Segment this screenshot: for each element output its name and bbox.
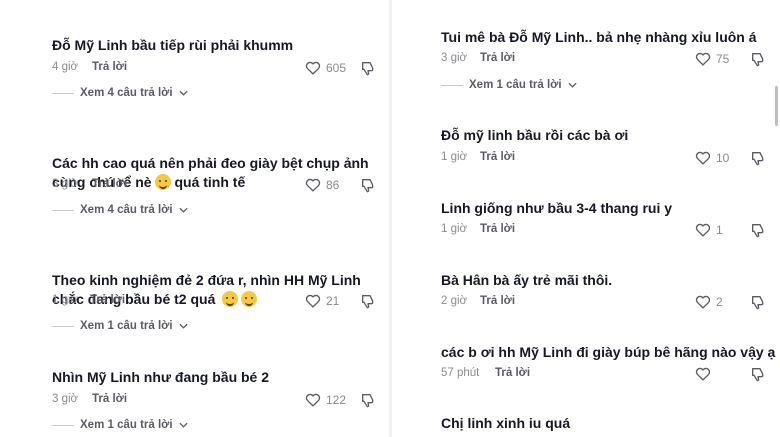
chevron-down-icon: [178, 90, 188, 96]
like-count: 75: [716, 51, 730, 66]
reply-button[interactable]: Trả lời: [480, 52, 515, 64]
chevron-down-icon: [178, 422, 188, 428]
heart-outline-icon: [305, 393, 321, 407]
reply-button[interactable]: Trả lời: [480, 223, 515, 235]
comment-time: 1 giờ: [52, 294, 79, 306]
reply-button[interactable]: Trả lời: [495, 367, 530, 379]
view-replies-button[interactable]: Xem 4 câu trả lời: [52, 87, 188, 99]
chevron-down-icon: [178, 207, 188, 213]
reply-button[interactable]: Trả lời: [92, 61, 127, 73]
like-button[interactable]: 2: [695, 294, 723, 309]
heart-outline-icon: [305, 294, 321, 308]
reply-divider-line: [52, 92, 74, 94]
thumb-down-outline-icon[interactable]: [750, 222, 766, 238]
thumb-down-outline-icon[interactable]: [360, 392, 376, 408]
comment-text: Đỗ mỹ linh bầu rồi các bà ơi: [441, 127, 629, 143]
emoji-icon: [154, 174, 171, 190]
like-count: 122: [326, 392, 347, 407]
comment-time: 1 giờ: [441, 223, 468, 235]
thumb-down-outline-icon[interactable]: [360, 177, 376, 193]
like-count: 10: [716, 150, 730, 165]
like-count: 86: [326, 177, 340, 192]
heart-outline-icon: [305, 61, 321, 75]
scrollbar-thumb[interactable]: [775, 86, 778, 126]
thumb-down-outline-icon[interactable]: [360, 293, 376, 309]
comment-time: 57 phút: [441, 367, 480, 379]
comment-text: Đỗ Mỹ Linh bầu tiếp rùi phải khumm: [52, 37, 294, 53]
comment-text: Linh giống như bầu 3-4 thang rui y: [441, 200, 673, 216]
reply-button[interactable]: Trả lời: [480, 151, 515, 163]
view-replies-label: Xem 4 câu trả lời: [80, 87, 173, 99]
reply-button[interactable]: Trả lời: [92, 393, 127, 405]
view-replies-button[interactable]: Xem 1 câu trả lời: [52, 320, 188, 332]
chevron-down-icon: [567, 82, 577, 88]
reply-divider-line: [52, 209, 74, 211]
emoji-icon: [241, 291, 258, 307]
like-button[interactable]: 10: [695, 150, 729, 165]
like-button[interactable]: 75: [695, 51, 729, 66]
like-button[interactable]: [695, 366, 716, 381]
reply-button[interactable]: Trả lời: [92, 178, 127, 190]
reply-divider-line: [52, 424, 74, 426]
heart-outline-icon: [695, 367, 711, 381]
heart-outline-icon: [305, 178, 321, 192]
like-count: 2: [716, 294, 723, 309]
comment-time: 3 giờ: [441, 52, 468, 64]
view-replies-button[interactable]: Xem 1 câu trả lời: [441, 79, 577, 91]
thumb-down-outline-icon[interactable]: [750, 51, 766, 67]
right-comment-panel: Tui mê bà Đỗ Mỹ Linh.. bả nhẹ nhàng xỉu …: [392, 0, 780, 437]
view-replies-button[interactable]: Xem 1 câu trả lời: [52, 419, 188, 431]
heart-outline-icon: [695, 295, 711, 309]
view-replies-label: Xem 4 câu trả lời: [80, 204, 173, 216]
like-button[interactable]: 86: [305, 177, 339, 192]
view-replies-label: Xem 1 câu trả lời: [469, 79, 562, 91]
like-button[interactable]: 21: [305, 293, 339, 308]
comment-time: 2 giờ: [441, 295, 468, 307]
chevron-down-icon: [178, 323, 188, 329]
left-comment-panel: Đỗ Mỹ Linh bầu tiếp rùi phải khumm 4 giờ…: [0, 0, 390, 437]
reply-divider-line: [441, 84, 463, 86]
reply-button[interactable]: Trả lời: [90, 294, 125, 306]
like-button[interactable]: 605: [305, 60, 346, 75]
reply-divider-line: [52, 325, 74, 327]
comment-text: Tui mê bà Đỗ Mỹ Linh.. bả nhẹ nhàng xỉu …: [441, 29, 757, 45]
like-button[interactable]: 122: [305, 392, 346, 407]
like-count: 605: [326, 60, 347, 75]
heart-outline-icon: [695, 151, 711, 165]
comment-time: 4 giờ: [52, 61, 79, 73]
comment-time: 1 giờ: [441, 151, 468, 163]
like-count: 1: [716, 222, 723, 237]
comment-text-tail: quá tinh tế: [174, 174, 246, 190]
comment-text: Bà Hân bà ấy trẻ mãi thôi.: [441, 272, 613, 288]
thumb-down-outline-icon[interactable]: [750, 294, 766, 310]
heart-outline-icon: [695, 223, 711, 237]
thumb-down-outline-icon[interactable]: [750, 366, 766, 382]
comment-text: Chị linh xinh iu quá: [441, 415, 571, 431]
comment-text: các b ơi hh Mỹ Linh đi giày búp bê hãng …: [441, 344, 776, 360]
like-button[interactable]: 1: [695, 222, 723, 237]
view-replies-label: Xem 1 câu trả lời: [80, 419, 173, 431]
comment-time: 3 giờ: [52, 178, 79, 190]
view-replies-button[interactable]: Xem 4 câu trả lời: [52, 204, 188, 216]
view-replies-label: Xem 1 câu trả lời: [80, 320, 173, 332]
comment-time: 3 giờ: [52, 393, 79, 405]
thumb-down-outline-icon[interactable]: [360, 60, 376, 76]
comment-text: Nhìn Mỹ Linh như đang bầu bé 2: [52, 369, 270, 385]
heart-outline-icon: [695, 52, 711, 66]
emoji-icon: [222, 291, 239, 307]
like-count: 21: [326, 293, 340, 308]
reply-button[interactable]: Trả lời: [480, 295, 515, 307]
thumb-down-outline-icon[interactable]: [750, 150, 766, 166]
